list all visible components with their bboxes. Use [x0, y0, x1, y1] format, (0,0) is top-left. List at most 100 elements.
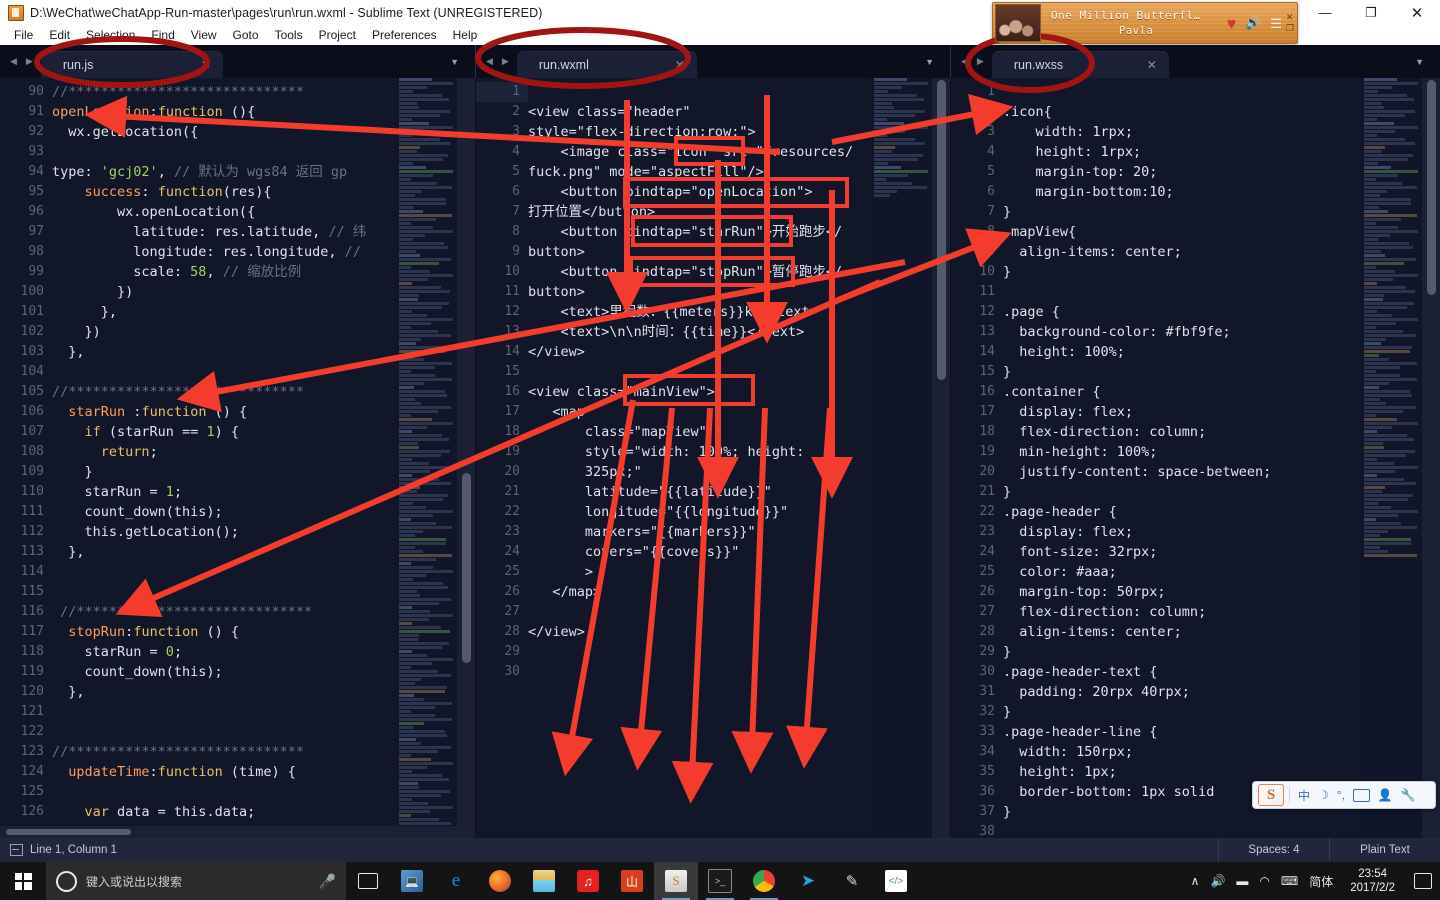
minimap-line — [399, 582, 444, 585]
minimap-line — [399, 354, 414, 357]
minimap-line — [399, 310, 413, 313]
tab-overflow-icon-left[interactable]: ▼ — [440, 57, 469, 67]
ime-tools-icon[interactable]: 🔧 — [1401, 788, 1416, 802]
task-view-icon[interactable] — [346, 862, 390, 900]
tab-prev-icon[interactable]: ◀ — [486, 56, 493, 67]
minimap-line — [399, 570, 453, 573]
netease-music-icon[interactable]: ♫ — [566, 862, 610, 900]
ime-mode-chinese[interactable]: 中 — [1298, 787, 1310, 804]
menu-project[interactable]: Project — [311, 26, 364, 44]
tab-close-icon[interactable]: ✕ — [193, 58, 223, 72]
heart-icon[interactable]: ♥ — [1227, 15, 1236, 32]
minimap[interactable] — [395, 78, 457, 838]
minimize-button[interactable]: — — [1302, 0, 1348, 25]
keyboard-icon[interactable]: ⌨ — [1281, 874, 1298, 888]
firefox-icon[interactable] — [478, 862, 522, 900]
menu-find[interactable]: Find — [143, 26, 182, 44]
scrollbar-thumb[interactable] — [1427, 80, 1436, 295]
battery-icon[interactable]: ▬ — [1236, 874, 1248, 888]
scrollbar-thumb[interactable] — [462, 473, 471, 663]
wechat-devtool-icon[interactable]: ✎ — [830, 862, 874, 900]
menu-edit[interactable]: Edit — [41, 26, 78, 44]
show-hidden-icons[interactable]: ∧ — [1191, 874, 1200, 888]
menu-help[interactable]: Help — [445, 26, 486, 44]
wifi-icon[interactable]: ◠ — [1259, 874, 1269, 888]
music-restore-icon[interactable]: ❐ — [1286, 24, 1294, 33]
ime-language-indicator[interactable]: 简体 — [1309, 873, 1333, 890]
microphone-icon[interactable]: 🎤 — [319, 873, 336, 890]
tab-run-wxml[interactable]: run.wxml ✕ — [516, 51, 697, 78]
tab-overflow-icon-right[interactable]: ▼ — [1405, 57, 1434, 67]
sogou-logo-icon[interactable]: S — [1258, 784, 1284, 806]
music-player-widget[interactable]: One Million Butterfl… Pavla ♥ 🔊 ☰ ✕ ❐ — [992, 2, 1298, 44]
menu-preferences[interactable]: Preferences — [364, 26, 445, 44]
menu-selection[interactable]: Selection — [78, 26, 143, 44]
tab-next-icon[interactable]: ▶ — [977, 56, 984, 67]
editor-pane-run-wxss[interactable]: 1 2 3 4 5 6 7 8 9 10 11 12 13 14 15 16 17 18 19 20 21 22 23 24 2… — [951, 78, 1440, 838]
minimap-line — [1364, 178, 1377, 181]
tab-close-icon[interactable]: ✕ — [1139, 58, 1169, 72]
minimap-line — [1364, 214, 1417, 217]
minimap[interactable] — [1360, 78, 1422, 838]
menu-tools[interactable]: Tools — [267, 26, 311, 44]
notification-center-icon[interactable] — [1414, 873, 1432, 889]
ime-moon-icon[interactable]: ☽ — [1318, 788, 1329, 802]
taskbar-clock[interactable]: 23:54 2017/2/2 — [1344, 867, 1401, 895]
minimap-line — [1364, 162, 1378, 165]
menu-view[interactable]: View — [183, 26, 225, 44]
ime-punctuation-icon[interactable]: °, — [1337, 788, 1345, 802]
start-button[interactable] — [0, 862, 46, 900]
file-explorer-icon[interactable] — [522, 862, 566, 900]
indentation-setting[interactable]: Spaces: 4 — [1218, 838, 1329, 862]
taskbar-search-box[interactable]: 键入或说出以搜索 🎤 — [46, 862, 346, 900]
tab-run-js[interactable]: run.js ✕ — [40, 51, 223, 78]
tab-prev-icon[interactable]: ◀ — [10, 56, 17, 67]
tab-nav-middle[interactable]: ◀ ▶ — [476, 56, 517, 67]
editor-pane-run-wxml[interactable]: 1 2 3 4 5 6 7 8 9 10 11 12 13 14 15 16 17 18 19 20 21 22 23 24 2… — [476, 78, 950, 838]
vertical-scrollbar[interactable] — [1422, 78, 1440, 838]
sublime-text-icon[interactable]: S — [654, 862, 698, 900]
scrollbar-thumb[interactable] — [6, 829, 131, 835]
line-number: 20 — [504, 464, 520, 479]
editor-pane-run-js[interactable]: 90 91 92 93 94 95 96 97 98 99 100 101 102 103 104 105 10… — [0, 78, 475, 838]
volume-icon[interactable]: 🔊 — [1245, 15, 1261, 31]
tab-nav-left[interactable]: ◀ ▶ — [0, 56, 41, 67]
maximize-button[interactable]: ❐ — [1348, 0, 1394, 25]
syntax-mode[interactable]: Plain Text — [1329, 838, 1440, 862]
network-computer-icon[interactable]: 💻 — [390, 862, 434, 900]
menu-goto[interactable]: Goto — [225, 26, 267, 44]
horizontal-scrollbar[interactable] — [0, 826, 457, 838]
tab-next-icon[interactable]: ▶ — [502, 56, 509, 67]
tab-next-icon[interactable]: ▶ — [26, 56, 33, 67]
scrollbar-thumb[interactable] — [937, 80, 946, 380]
telegram-icon[interactable]: ➤ — [786, 862, 830, 900]
sidebar-toggle-icon[interactable] — [10, 844, 23, 856]
ime-user-icon[interactable]: 👤 — [1378, 788, 1393, 802]
sogou-ime-toolbar[interactable]: S 中 ☽ °, 👤 🔧 — [1252, 781, 1436, 809]
tab-prev-icon[interactable]: ◀ — [961, 56, 968, 67]
vertical-scrollbar[interactable] — [457, 78, 475, 838]
minimap-line — [1364, 166, 1391, 169]
playlist-icon[interactable]: ☰ — [1270, 17, 1282, 30]
tab-run-wxss[interactable]: run.wxss ✕ — [991, 51, 1169, 78]
line-number: 7 — [987, 204, 995, 219]
line-number: 98 — [28, 244, 44, 259]
minimap-line — [399, 230, 453, 233]
minimap-line — [1364, 250, 1382, 253]
minimap[interactable] — [870, 78, 932, 838]
menu-file[interactable]: File — [6, 26, 41, 44]
music-close-icon[interactable]: ✕ — [1286, 13, 1294, 22]
minimap-line — [399, 266, 412, 269]
vertical-scrollbar[interactable] — [932, 78, 950, 838]
chrome-icon[interactable] — [742, 862, 786, 900]
tab-close-icon[interactable]: ✕ — [667, 58, 697, 72]
xunlei-icon[interactable]: 山 — [610, 862, 654, 900]
tab-nav-right[interactable]: ◀ ▶ — [951, 56, 992, 67]
edge-icon[interactable]: e — [434, 862, 478, 900]
tab-overflow-icon-middle[interactable]: ▼ — [915, 57, 944, 67]
terminal-icon[interactable]: >_ — [698, 862, 742, 900]
ime-keyboard-icon[interactable] — [1352, 788, 1370, 802]
close-button[interactable]: ✕ — [1394, 0, 1440, 25]
volume-icon[interactable]: 🔊 — [1210, 874, 1225, 888]
code-editor-icon[interactable]: </> — [874, 862, 918, 900]
